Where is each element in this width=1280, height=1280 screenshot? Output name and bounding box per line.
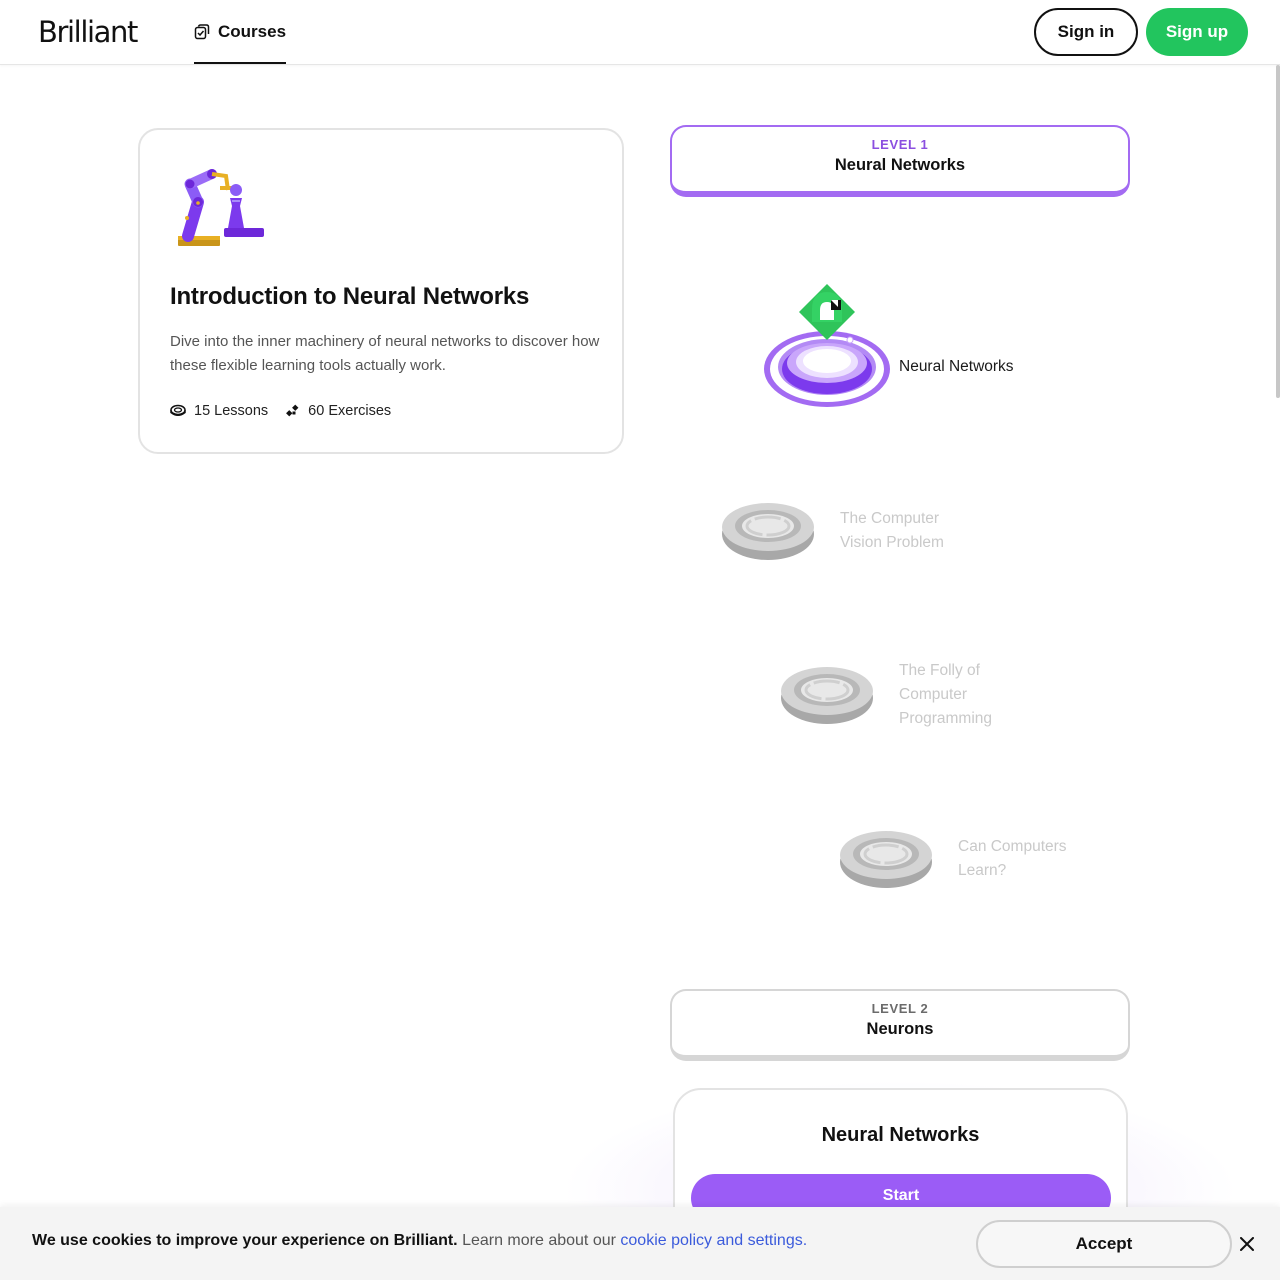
courses-icon: [194, 24, 210, 40]
course-meta: 15 Lessons 60 Exercises: [170, 403, 409, 419]
cookie-policy-link[interactable]: cookie policy and settings: [620, 1232, 802, 1249]
lesson-label-line: Can Computers: [958, 838, 1067, 855]
locked-lesson-disc-icon: [722, 503, 814, 560]
cookie-bold-text: We use cookies to improve your experienc…: [32, 1232, 458, 1249]
exercises-count-text: 60 Exercises: [308, 403, 392, 419]
lesson-label-line: Computer: [899, 686, 968, 703]
active-lesson-disc-icon: [764, 284, 890, 407]
lesson-label-line: Programming: [899, 710, 993, 727]
lessons-icon: [170, 404, 186, 416]
nav-courses-label: Courses: [218, 22, 287, 41]
sign-in-button[interactable]: Sign in: [1034, 8, 1138, 56]
lesson-node-folly-programming[interactable]: [779, 665, 875, 727]
lesson-node-neural-networks[interactable]: [760, 282, 894, 412]
lesson-label-can-computers-learn[interactable]: Can Computers Learn?: [958, 835, 1067, 883]
lessons-count: 15 Lessons: [170, 403, 268, 419]
cookie-banner: We use cookies to improve your experienc…: [0, 1207, 1280, 1280]
robot-arm-chess-icon: [178, 169, 264, 246]
brilliant-logo[interactable]: Brilliant: [38, 15, 138, 49]
course-title: Introduction to Neural Networks: [170, 283, 530, 310]
puzzle-icon: [286, 404, 299, 417]
accept-cookies-button[interactable]: Accept: [976, 1220, 1232, 1268]
cookie-message: We use cookies to improve your experienc…: [32, 1232, 807, 1250]
lesson-label-folly-programming[interactable]: The Folly of Computer Programming: [899, 659, 992, 731]
lesson-label-line: Vision Problem: [840, 534, 944, 551]
lesson-label-line: The Computer: [840, 510, 940, 527]
top-header: Brilliant Courses Sign in Sign up: [0, 0, 1280, 65]
level-1-tag: LEVEL 1: [871, 137, 929, 152]
level-1-header[interactable]: LEVEL 1 Neural Networks: [670, 125, 1130, 197]
level-2-name: Neurons: [866, 1020, 934, 1038]
exercises-count: 60 Exercises: [286, 403, 391, 419]
lesson-label-neural-networks[interactable]: Neural Networks: [899, 355, 1014, 379]
sign-up-button[interactable]: Sign up: [1146, 8, 1248, 56]
course-description: Dive into the inner machinery of neural …: [170, 333, 600, 374]
nav-courses-tab[interactable]: Courses: [194, 0, 287, 64]
level-1-name: Neural Networks: [834, 156, 966, 174]
locked-lesson-disc-icon: [781, 667, 873, 724]
lesson-node-can-computers-learn[interactable]: [838, 829, 934, 891]
page-scrollbar[interactable]: [1276, 65, 1280, 398]
close-cookie-button[interactable]: [1236, 1233, 1258, 1255]
lesson-node-computer-vision[interactable]: [720, 501, 816, 563]
level-2-tag: LEVEL 2: [871, 1001, 929, 1016]
level-2-header[interactable]: LEVEL 2 Neurons: [670, 989, 1130, 1061]
cookie-text: Learn more about our: [462, 1232, 616, 1249]
close-icon: [1240, 1237, 1254, 1251]
lessons-count-text: 15 Lessons: [194, 403, 269, 419]
lesson-label-computer-vision[interactable]: The Computer Vision Problem: [840, 507, 944, 555]
course-card: Introduction to Neural Networks Dive int…: [138, 128, 624, 454]
cookie-period: .: [802, 1232, 808, 1249]
lesson-label-line: The Folly of: [899, 662, 980, 679]
lesson-label-line: Learn?: [958, 862, 1007, 879]
lesson-panel-title: Neural Networks: [821, 1124, 980, 1146]
locked-lesson-disc-icon: [840, 831, 932, 888]
